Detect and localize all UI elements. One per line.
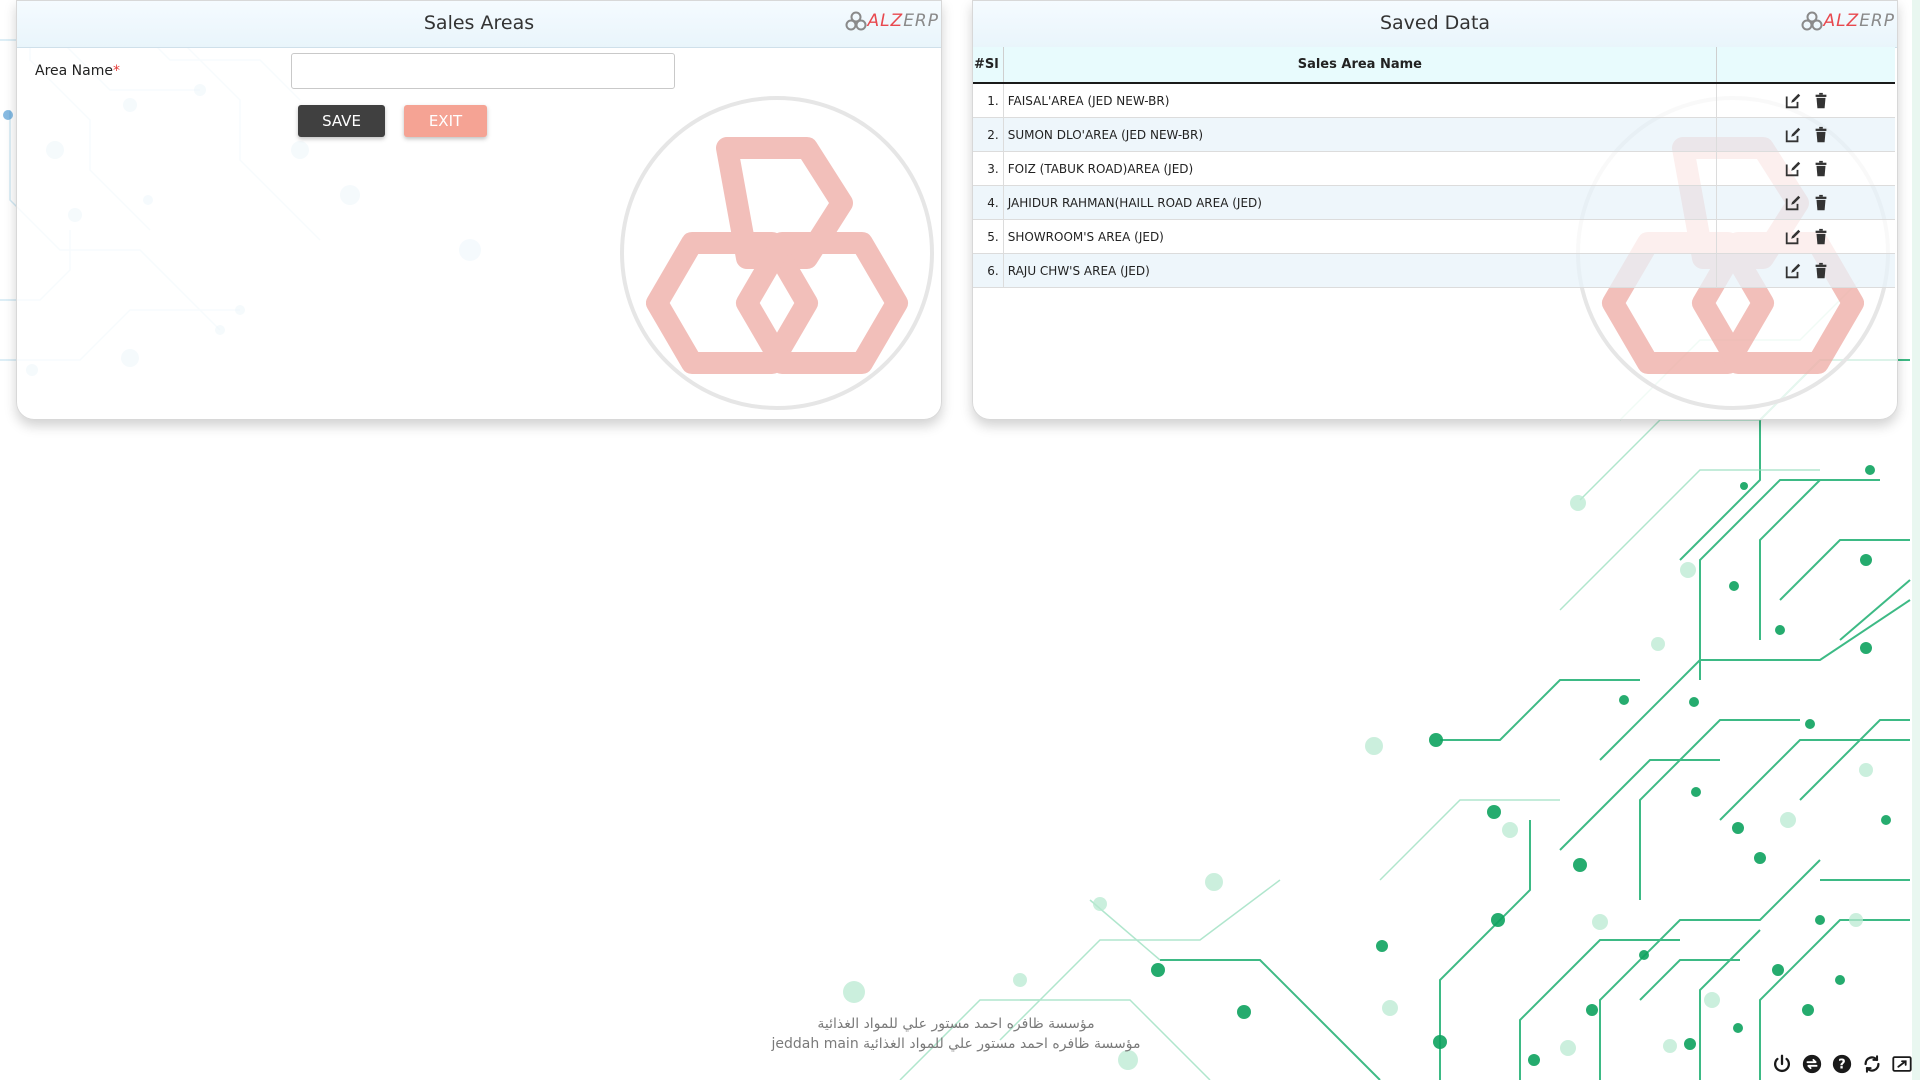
table-row: 3. FOIZ (TABUK ROAD)AREA (JED) [973, 151, 1895, 186]
table-row: 6. RAJU CHW'S AREA (JED) [973, 253, 1895, 288]
edit-icon[interactable] [1784, 262, 1802, 280]
brand-logo: ALZERP [1801, 11, 1895, 31]
table-row: 4. JAHIDUR RAHMAN(HAILL ROAD AREA (JED) [973, 185, 1895, 220]
saved-data-table: #Sl Sales Area Name 1. FAISAL'AREA (JED N… [973, 47, 1895, 288]
refresh-icon[interactable] [1861, 1053, 1883, 1075]
row-actions [1716, 219, 1895, 254]
exit-button[interactable]: EXIT [404, 105, 487, 137]
row-actions [1716, 117, 1895, 152]
table-header-row: #Sl Sales Area Name [973, 47, 1895, 84]
edit-icon[interactable] [1784, 228, 1802, 246]
row-sales-area-name: FAISAL'AREA (JED NEW-BR) [1003, 83, 1718, 118]
trash-icon[interactable] [1812, 126, 1830, 144]
panel-title: Saved Data [1379, 12, 1491, 34]
brand-logo: ALZERP [845, 11, 939, 31]
table-row: 2. SUMON DLO'AREA (JED NEW-BR) [973, 117, 1895, 152]
trash-icon[interactable] [1812, 262, 1830, 280]
row-sales-area-name: FOIZ (TABUK ROAD)AREA (JED) [1003, 151, 1718, 186]
row-sales-area-name: SHOWROOM'S AREA (JED) [1003, 219, 1718, 254]
help-icon[interactable]: ? [1831, 1053, 1853, 1075]
svg-text:?: ? [1838, 1058, 1845, 1073]
row-sl: 5. [973, 219, 1004, 254]
company-footer: مؤسسة ظافره احمد مستور علي للمواد الغذائ… [0, 1014, 1912, 1054]
row-sales-area-name: JAHIDUR RAHMAN(HAILL ROAD AREA (JED) [1003, 185, 1718, 220]
row-sl: 2. [973, 117, 1004, 152]
switch-icon[interactable] [1801, 1053, 1823, 1075]
sales-areas-header: Sales Areas ALZERP [17, 1, 941, 48]
trash-icon[interactable] [1812, 194, 1830, 212]
row-sl: 6. [973, 253, 1004, 288]
saved-data-header: Saved Data ALZERP [973, 1, 1897, 48]
edit-icon[interactable] [1784, 160, 1802, 178]
trash-icon[interactable] [1812, 160, 1830, 178]
row-sales-area-name: SUMON DLO'AREA (JED NEW-BR) [1003, 117, 1718, 152]
table-row: 1. FAISAL'AREA (JED NEW-BR) [973, 83, 1895, 118]
brand-suffix: ERP [1859, 11, 1895, 31]
brand-prefix: ALZ [867, 11, 904, 31]
panel-title: Sales Areas [423, 12, 535, 34]
logo-icon [845, 11, 867, 31]
saved-data-panel: Saved Data ALZERP #Sl Sales Area Name 1.… [972, 0, 1898, 420]
trash-icon[interactable] [1812, 92, 1830, 110]
brand-suffix: ERP [903, 11, 939, 31]
system-tray: ? [1771, 1053, 1913, 1075]
footer-line-2: مؤسسة ظافره احمد مستور علي للمواد الغذائ… [771, 1036, 1141, 1052]
area-name-text: Area Name [35, 63, 113, 79]
save-button[interactable]: SAVE [298, 105, 385, 137]
sales-areas-panel: Sales Areas ALZERP Area Name* SAVE EXIT [16, 0, 942, 420]
footer-line-1: مؤسسة ظافره احمد مستور علي للمواد الغذائ… [817, 1016, 1095, 1032]
header-actions [1716, 47, 1895, 84]
required-mark: * [112, 63, 120, 79]
edit-icon[interactable] [1784, 92, 1802, 110]
area-name-label: Area Name* [35, 63, 120, 79]
logo-icon [1801, 11, 1823, 31]
row-sl: 1. [973, 83, 1004, 118]
edit-icon[interactable] [1784, 126, 1802, 144]
area-name-input[interactable] [291, 53, 675, 89]
fullscreen-icon[interactable] [1891, 1053, 1913, 1075]
row-actions [1716, 185, 1895, 220]
trash-icon[interactable] [1812, 228, 1830, 246]
header-sl: #Sl [973, 47, 1004, 84]
edit-icon[interactable] [1784, 194, 1802, 212]
row-sales-area-name: RAJU CHW'S AREA (JED) [1003, 253, 1718, 288]
header-sales-area-name: Sales Area Name [1003, 47, 1718, 84]
row-sl: 3. [973, 151, 1004, 186]
watermark-logo [620, 96, 934, 410]
table-row: 5. SHOWROOM'S AREA (JED) [973, 219, 1895, 254]
brand-prefix: ALZ [1823, 11, 1860, 31]
row-actions [1716, 151, 1895, 186]
row-sl: 4. [973, 185, 1004, 220]
right-edge-strip [1912, 0, 1920, 1080]
row-actions [1716, 83, 1895, 118]
power-icon[interactable] [1771, 1053, 1793, 1075]
row-actions [1716, 253, 1895, 288]
